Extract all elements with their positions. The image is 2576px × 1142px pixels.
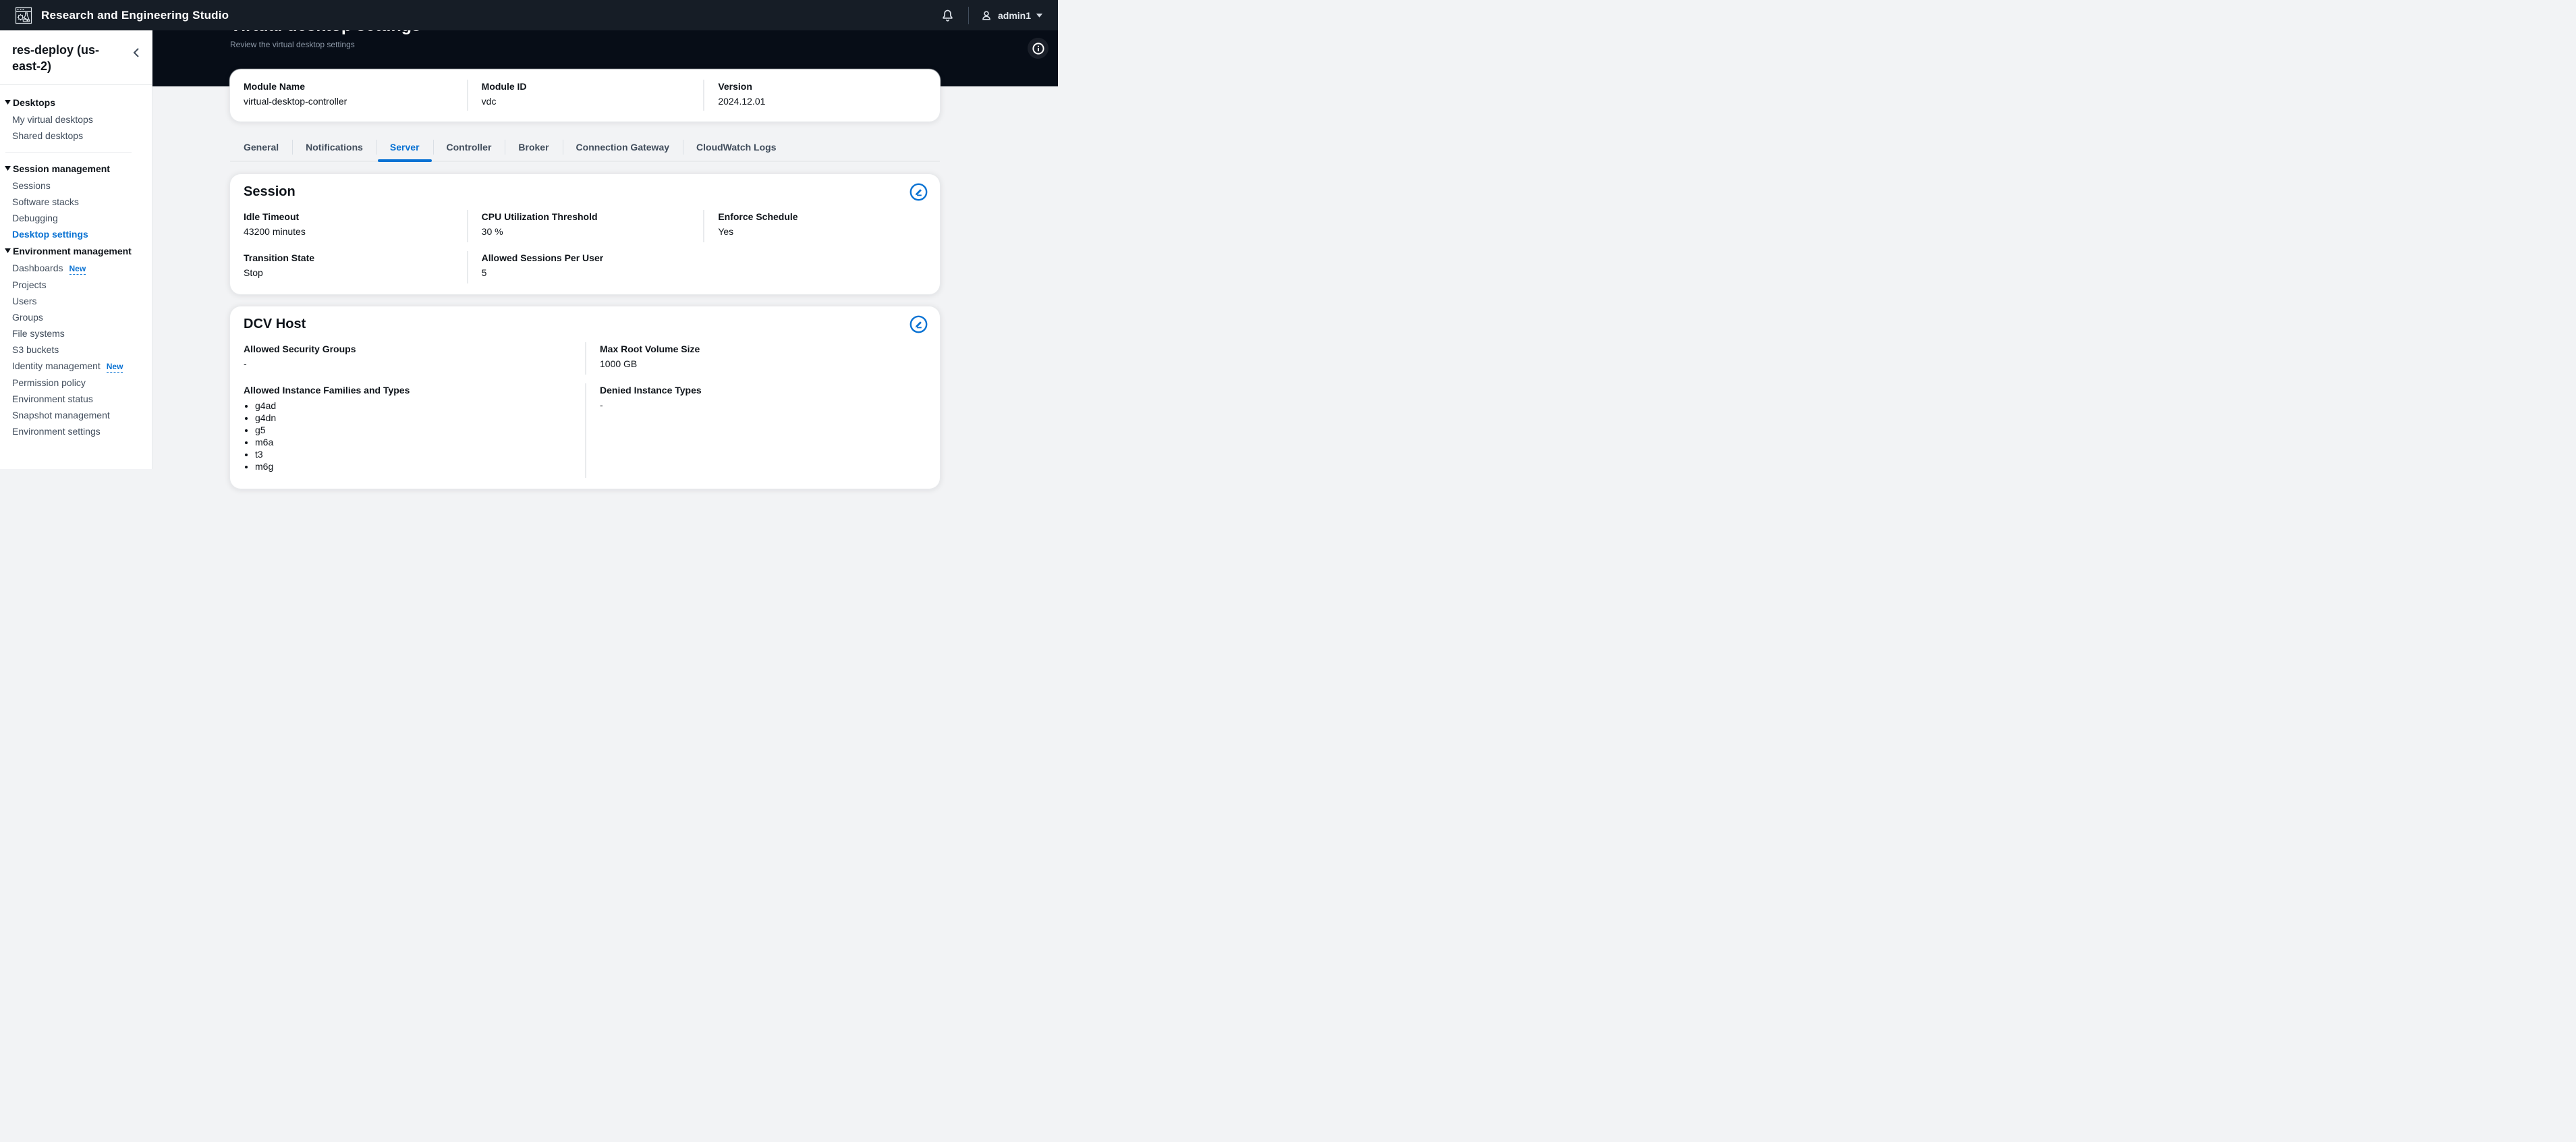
bell-icon [941,8,955,22]
sidebar-item-snapshot-management[interactable]: Snapshot management [0,407,152,423]
sidebar-item-environment-settings[interactable]: Environment settings [0,423,152,439]
list-item: g5 [255,424,571,436]
side-navigation: res-deploy (us-east-2) Desktops My virtu… [0,30,152,469]
environment-name: res-deploy (us-east-2) [12,42,113,74]
module-name-field: Module Name virtual-desktop-controller [230,80,467,111]
section-header-desktops[interactable]: Desktops [0,94,152,111]
tab-notifications[interactable]: Notifications [292,136,376,162]
sidebar-item-sessions[interactable]: Sessions [0,178,152,194]
chevron-down-icon [1036,13,1043,18]
sidebar-collapse-button[interactable] [132,47,141,59]
sidebar-item-my-virtual-desktops[interactable]: My virtual desktops [0,111,152,128]
sidebar-item-projects[interactable]: Projects [0,277,152,293]
allowed-instance-families-field: Allowed Instance Families and Types g4ad… [230,383,585,478]
app-title: Research and Engineering Studio [41,9,229,22]
session-card: Session Idle Timeout [230,174,940,294]
nav-divider [968,7,969,24]
main-content: Virtual desktop settings Review the virt… [152,30,1058,469]
instance-families-list: g4ad g4dn g5 m6a t3 m6g [244,400,571,472]
cpu-utilization-threshold-field: CPU Utilization Threshold 30 % [467,210,704,242]
notifications-button[interactable] [938,5,957,25]
enforce-schedule-field: Enforce Schedule Yes [703,210,940,242]
sidebar-item-dashboards[interactable]: DashboardsNew [0,260,152,277]
settings-tabs: General Notifications Server Controller … [230,136,940,162]
denied-instance-types-field: Denied Instance Types - [585,383,940,478]
field-value: virtual-desktop-controller [244,96,453,107]
user-icon [980,9,993,22]
tab-cloudwatch-logs[interactable]: CloudWatch Logs [683,136,789,162]
sidebar-item-file-systems[interactable]: File systems [0,325,152,342]
list-item: g4dn [255,412,571,424]
max-root-volume-size-field: Max Root Volume Size 1000 GB [585,342,940,375]
idle-timeout-field: Idle Timeout 43200 minutes [230,210,467,242]
card-title: DCV Host [244,317,306,332]
sidebar-item-shared-desktops[interactable]: Shared desktops [0,128,152,144]
module-id-field: Module ID vdc [467,80,704,111]
info-button[interactable] [1028,38,1048,59]
app-logo-icon [15,7,32,24]
section-caret-icon [5,166,10,171]
user-menu[interactable]: admin1 [980,9,1043,22]
tab-general[interactable]: General [230,136,292,162]
edit-pencil-icon [909,315,928,333]
field-value: vdc [482,96,690,107]
sidebar-item-desktop-settings[interactable]: Desktop settings [0,226,152,242]
allowed-sessions-per-user-field: Allowed Sessions Per User 5 [467,251,940,283]
section-header-environment-management[interactable]: Environment management [0,242,152,260]
card-title: Session [244,184,296,200]
allowed-security-groups-field: Allowed Security Groups - [230,342,585,375]
sidebar-item-permission-policy[interactable]: Permission policy [0,375,152,391]
tab-controller[interactable]: Controller [433,136,505,162]
edit-pencil-icon [909,183,928,201]
new-badge: New [69,264,86,275]
user-name: admin1 [998,10,1031,21]
version-field: Version 2024.12.01 [703,80,940,111]
sidebar-item-users[interactable]: Users [0,293,152,309]
list-item: g4ad [255,400,571,412]
sidebar-item-identity-management[interactable]: Identity managementNew [0,358,152,375]
new-badge: New [107,362,123,373]
section-caret-icon [5,100,10,105]
sidebar-item-debugging[interactable]: Debugging [0,210,152,226]
edit-dcv-host-button[interactable] [909,315,928,333]
field-value: 2024.12.01 [718,96,926,107]
field-label: Module Name [244,81,453,92]
sidebar-item-s3-buckets[interactable]: S3 buckets [0,342,152,358]
field-label: Version [718,81,926,92]
sidebar-item-groups[interactable]: Groups [0,309,152,325]
top-navigation: Research and Engineering Studio admin1 [0,0,1058,30]
chevron-left-icon [133,48,140,57]
divider [5,152,132,153]
dcv-host-card: DCV Host Allowed Security Grou [230,306,940,489]
info-icon [1032,43,1044,55]
section-header-session-management[interactable]: Session management [0,160,152,178]
list-item: m6a [255,436,571,448]
transition-state-field: Transition State Stop [230,251,467,283]
edit-session-button[interactable] [909,183,928,201]
field-label: Module ID [482,81,690,92]
tab-broker[interactable]: Broker [505,136,562,162]
section-caret-icon [5,248,10,254]
page-subtitle: Review the virtual desktop settings [230,40,355,49]
sidebar-item-environment-status[interactable]: Environment status [0,391,152,407]
list-item: m6g [255,460,571,472]
module-info-card: Module Name virtual-desktop-controller M… [230,70,940,121]
list-item: t3 [255,448,571,460]
sidebar-item-software-stacks[interactable]: Software stacks [0,194,152,210]
tab-connection-gateway[interactable]: Connection Gateway [563,136,683,162]
tab-server[interactable]: Server [376,136,433,162]
page-title: Virtual desktop settings [230,30,1058,36]
